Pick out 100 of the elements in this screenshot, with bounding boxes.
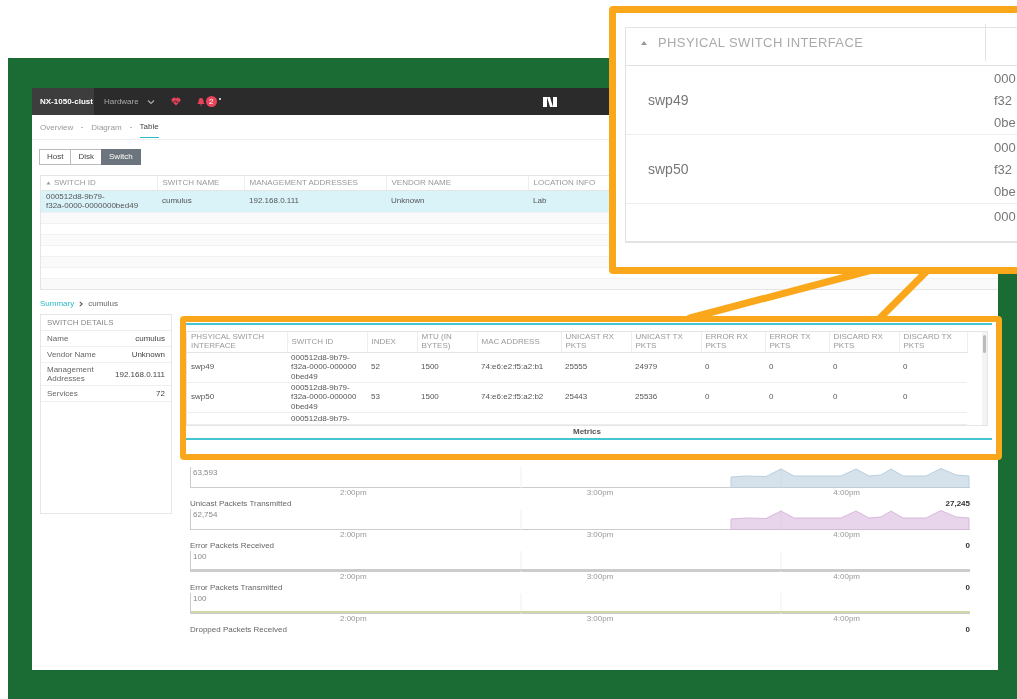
time-label: 4:00pm	[832, 613, 861, 624]
chart-value: 0	[965, 583, 970, 593]
breadcrumb-current: cumulus	[88, 299, 119, 309]
chart-value: 0	[965, 625, 970, 635]
detail-label: Name	[47, 333, 69, 344]
entity-toggle-button[interactable]: Disk	[70, 149, 102, 165]
table-cell: 74:e6:e2:f5:a2:b1	[481, 362, 544, 372]
menu-dropdown[interactable]: Hardware	[104, 96, 139, 107]
column-header[interactable]: MANAGEMENT ADDRESSES	[249, 178, 358, 188]
table-cell: 0	[705, 392, 710, 402]
detail-label: Vendor Name	[47, 349, 96, 360]
detail-label: Management Addresses	[47, 365, 95, 384]
column-header[interactable]: DISCARD TX PKTS	[903, 333, 963, 351]
chart-title: Unicast Packets Transmitted	[190, 499, 292, 509]
time-label: 2:00pm	[339, 613, 368, 624]
table-cell: 1500	[421, 392, 439, 402]
table-cell: 192.168.0.111	[249, 196, 299, 206]
table-cell: Unknown	[391, 196, 425, 206]
column-header[interactable]: INDEX	[371, 337, 413, 346]
table-cell: 25555	[565, 362, 588, 372]
health-heart-icon[interactable]	[170, 97, 181, 106]
table-cell: swp50	[191, 392, 215, 402]
time-label: 4:00pm	[832, 487, 861, 498]
table-cell: 000512d8-9b79- f32a-0000-0000000bed49	[46, 191, 139, 210]
time-label: 3:00pm	[585, 529, 615, 540]
table-cell: 0	[769, 362, 774, 372]
table-cell: 52	[371, 362, 380, 372]
view-tab[interactable]: Overview	[40, 116, 74, 138]
panel-title: SWITCH DETAILS	[41, 315, 171, 331]
column-header[interactable]: UNICAST TX PKTS	[635, 333, 697, 351]
time-label: 2:00pm	[339, 487, 368, 498]
table-cell: 0	[903, 362, 908, 372]
table-cell: 74:e6:e2:f5:a2:b2	[481, 392, 544, 402]
sort-icon[interactable]	[640, 39, 648, 46]
entity-toggle-button[interactable]: Host	[39, 149, 72, 165]
time-label: 2:00pm	[339, 571, 368, 582]
time-label: 3:00pm	[585, 613, 615, 624]
column-header[interactable]: DISCARD RX PKTS	[833, 333, 895, 351]
column-header[interactable]: PHSYICAL SWITCH INTERFACE	[658, 34, 864, 51]
chart-value: 27,245	[945, 499, 970, 509]
detail-value: cumulus	[135, 333, 165, 344]
detail-value: 192.168.0.111	[115, 369, 165, 379]
alert-count-badge: 2	[205, 96, 217, 107]
table-cell: 0	[833, 362, 838, 372]
view-tab[interactable]: Diagram	[91, 116, 122, 138]
table-cell: 000512d8-9b79- f32a-0000-000000 0bed49	[291, 383, 357, 411]
table-cell: 000512d8-9b79-	[291, 413, 350, 423]
column-header[interactable]: ERROR TX PKTS	[769, 333, 825, 351]
entity-toggle-button[interactable]: Switch	[101, 149, 141, 165]
table-cell-text: swp49	[647, 90, 690, 110]
axis-max-label: 62,754	[193, 509, 218, 519]
table-cell: cumulus	[162, 196, 192, 206]
detail-value: 72	[156, 389, 165, 399]
chevron-down-icon[interactable]	[146, 98, 155, 105]
table-cell: 0	[705, 362, 710, 372]
table-cell: 0	[769, 392, 774, 402]
column-header[interactable]: PHSYICAL SWITCH INTERFACE	[191, 333, 283, 351]
table-cell: 25536	[635, 392, 658, 402]
time-label: 3:00pm	[585, 487, 615, 498]
table-cell-text: swp50	[647, 159, 690, 179]
table-cell: 24979	[635, 362, 658, 372]
chart-value: 0	[965, 541, 970, 551]
bell-icon[interactable]	[196, 97, 205, 106]
chart-title: Dropped Packets Received	[190, 625, 287, 635]
chart-title: Error Packets Received	[190, 541, 275, 551]
axis-max-label: 63,593	[193, 467, 218, 477]
table-cell-text: 000 f32 0be	[993, 139, 1016, 201]
column-header[interactable]: VENDOR NAME	[391, 178, 452, 188]
sort-icon[interactable]	[46, 181, 51, 186]
column-header[interactable]: UNICAST RX PKTS	[565, 333, 627, 351]
table-cell: 0	[903, 392, 908, 402]
time-label: 4:00pm	[832, 529, 861, 540]
table-cell: Lab	[533, 196, 547, 206]
column-header[interactable]: LOCATION INFO	[533, 178, 596, 188]
chart-title: Error Packets Transmitted	[190, 583, 283, 593]
time-label: 4:00pm	[832, 571, 861, 582]
table-cell-text: 000 f32 0be	[993, 70, 1016, 132]
axis-max-label: 100	[193, 551, 207, 561]
table-cell: swp49	[191, 362, 215, 372]
column-header[interactable]: MAC ADDRESS	[481, 337, 557, 346]
section-header[interactable]: Metrics	[182, 425, 992, 438]
column-header[interactable]: SWITCH ID	[291, 337, 363, 346]
column-header[interactable]: SWITCH NAME	[162, 178, 220, 188]
detail-label: Services	[47, 389, 78, 399]
table-cell: 1500	[421, 362, 439, 372]
chevron-right-icon	[79, 301, 84, 307]
table-cell-text: 000	[993, 208, 1016, 226]
view-tab[interactable]: Table	[139, 116, 159, 138]
column-header[interactable]: ERROR RX PKTS	[705, 333, 761, 351]
time-label: 2:00pm	[339, 529, 368, 540]
table-cell: 53	[371, 392, 380, 402]
column-header[interactable]: SWITCH ID	[54, 178, 96, 188]
breadcrumb-link[interactable]: Summary	[40, 299, 75, 309]
logo-icon	[542, 96, 557, 107]
scrollbar[interactable]	[982, 332, 987, 425]
table-cell: 000512d8-9b79- f32a-0000-000000 0bed49	[291, 353, 357, 381]
table-cell: 25443	[565, 392, 588, 402]
cluster-selector[interactable]: NX-1050-clust	[32, 88, 94, 115]
axis-max-label: 100	[193, 593, 207, 603]
column-header[interactable]: MTU (IN BYTES)	[421, 333, 473, 351]
